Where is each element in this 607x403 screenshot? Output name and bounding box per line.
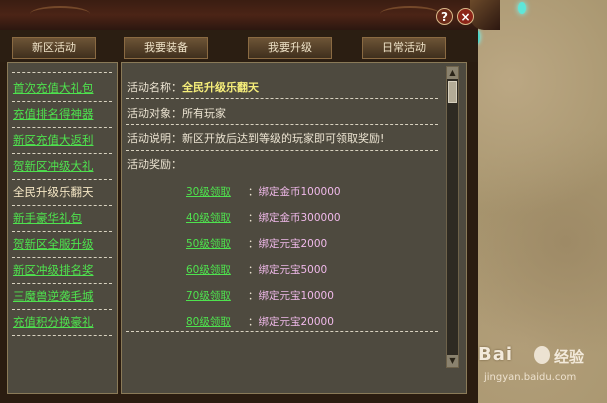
tab-bar: 新区活动 我要装备 我要升级 日常活动 (0, 30, 478, 62)
sidebar-item-server-level[interactable]: 贺新区全服升级 (13, 236, 113, 252)
activity-desc-value: 新区开放后达到等级的玩家即可领取奖励! (182, 132, 385, 145)
frame-corner (470, 0, 500, 30)
reward-claim-40[interactable]: 40级领取 (186, 210, 231, 225)
watermark-url: jingyan.baidu.com (484, 372, 577, 383)
reward-text: 绑定元宝2000 (258, 238, 328, 250)
activity-target-row: 活动对象：所有玩家 (127, 105, 226, 121)
reward-text: 绑定元宝5000 (258, 264, 328, 276)
reward-text: 绑定金币300000 (258, 212, 341, 224)
scroll-thumb[interactable] (448, 81, 457, 103)
title-bar (0, 0, 478, 32)
sidebar-item-all-level-up[interactable]: 全民升级乐翻天 (13, 184, 113, 200)
sidebar-item-recharge-rebate[interactable]: 新区充值大返利 (13, 132, 113, 148)
divider (12, 153, 112, 154)
reward-sep: ： (248, 264, 259, 276)
tab-daily[interactable]: 日常活动 (362, 37, 446, 59)
divider (126, 98, 438, 99)
watermark-brand-cn: 经验 (554, 348, 585, 366)
reward-text: 绑定金币100000 (258, 186, 341, 198)
close-icon: × (460, 10, 471, 24)
activity-name-row: 活动名称：全民升级乐翻天 (127, 79, 259, 95)
sidebar-item-recharge-rank[interactable]: 充值排名得神器 (13, 106, 113, 122)
reward-claim-30[interactable]: 30级领取 (186, 184, 231, 199)
divider (126, 331, 438, 332)
activity-desc-row: 活动说明：新区开放后达到等级的玩家即可领取奖励! (127, 130, 384, 146)
particle-effect (518, 2, 526, 14)
divider (12, 72, 112, 73)
sidebar-item-first-recharge[interactable]: 首次充值大礼包 (13, 80, 113, 96)
reward-sep: ： (248, 290, 259, 302)
sidebar-item-level-gift[interactable]: 贺新区冲级大礼 (13, 158, 113, 174)
activity-target-value: 所有玩家 (182, 107, 226, 120)
reward-claim-70[interactable]: 70级领取 (186, 288, 231, 303)
scroll-down-icon[interactable]: ▼ (447, 355, 458, 367)
activity-target-label: 活动对象： (127, 107, 182, 120)
reward-desc-80: ：绑定元宝20000 (248, 314, 334, 329)
watermark-brand: Bai (478, 344, 514, 365)
activity-desc-label: 活动说明： (127, 132, 182, 145)
activity-name-label: 活动名称： (127, 81, 182, 94)
activity-name-value: 全民升级乐翻天 (182, 81, 259, 94)
help-icon: ? (441, 10, 448, 24)
activity-window: ? × 新区活动 我要装备 我要升级 日常活动 首次充值大礼包 充值排名得神器 … (0, 0, 500, 403)
close-button[interactable]: × (457, 8, 474, 25)
divider (12, 309, 112, 310)
help-button[interactable]: ? (436, 8, 453, 25)
reward-sep: ： (248, 186, 259, 198)
reward-desc-60: ：绑定元宝5000 (248, 262, 327, 277)
scroll-up-icon[interactable]: ▲ (447, 67, 458, 79)
divider (12, 179, 112, 180)
reward-claim-60[interactable]: 60级领取 (186, 262, 231, 277)
ornament-right (380, 6, 440, 22)
divider (12, 257, 112, 258)
divider (12, 101, 112, 102)
divider (12, 283, 112, 284)
reward-sep: ： (248, 316, 259, 328)
divider (12, 127, 112, 128)
reward-desc-70: ：绑定元宝10000 (248, 288, 334, 303)
ornament-left (30, 6, 90, 22)
reward-text: 绑定元宝10000 (258, 290, 334, 302)
reward-desc-40: ：绑定金币300000 (248, 210, 341, 225)
divider (12, 205, 112, 206)
activity-reward-label: 活动奖励： (127, 158, 182, 171)
reward-claim-80[interactable]: 80级领取 (186, 314, 231, 329)
reward-claim-50[interactable]: 50级领取 (186, 236, 231, 251)
baidu-watermark: Bai 经验 jingyan.baidu.com (472, 342, 602, 398)
tab-level-up[interactable]: 我要升级 (248, 37, 332, 59)
divider (126, 124, 438, 125)
divider (12, 335, 112, 336)
reward-text: 绑定元宝20000 (258, 316, 334, 328)
reward-desc-50: ：绑定元宝2000 (248, 236, 327, 251)
sidebar-item-points-exchange[interactable]: 充值积分换豪礼 (13, 314, 113, 330)
activity-list: 首次充值大礼包 充值排名得神器 新区充值大返利 贺新区冲级大礼 全民升级乐翻天 … (7, 62, 118, 394)
divider (12, 231, 112, 232)
sidebar-item-monster-attack[interactable]: 三魔兽逆袭毛城 (13, 288, 113, 304)
sidebar-item-level-rank[interactable]: 新区冲级排名奖 (13, 262, 113, 278)
sidebar-item-newbie-pack[interactable]: 新手豪华礼包 (13, 210, 113, 226)
paw-logo-icon (534, 346, 550, 364)
reward-desc-30: ：绑定金币100000 (248, 184, 341, 199)
tab-equipment[interactable]: 我要装备 (124, 37, 208, 59)
detail-scrollbar[interactable]: ▲ ▼ (446, 66, 459, 368)
reward-sep: ： (248, 212, 259, 224)
divider (126, 150, 438, 151)
tab-new-server[interactable]: 新区活动 (12, 37, 96, 59)
reward-sep: ： (248, 238, 259, 250)
activity-detail: 活动名称：全民升级乐翻天 活动对象：所有玩家 活动说明：新区开放后达到等级的玩家… (121, 62, 467, 394)
